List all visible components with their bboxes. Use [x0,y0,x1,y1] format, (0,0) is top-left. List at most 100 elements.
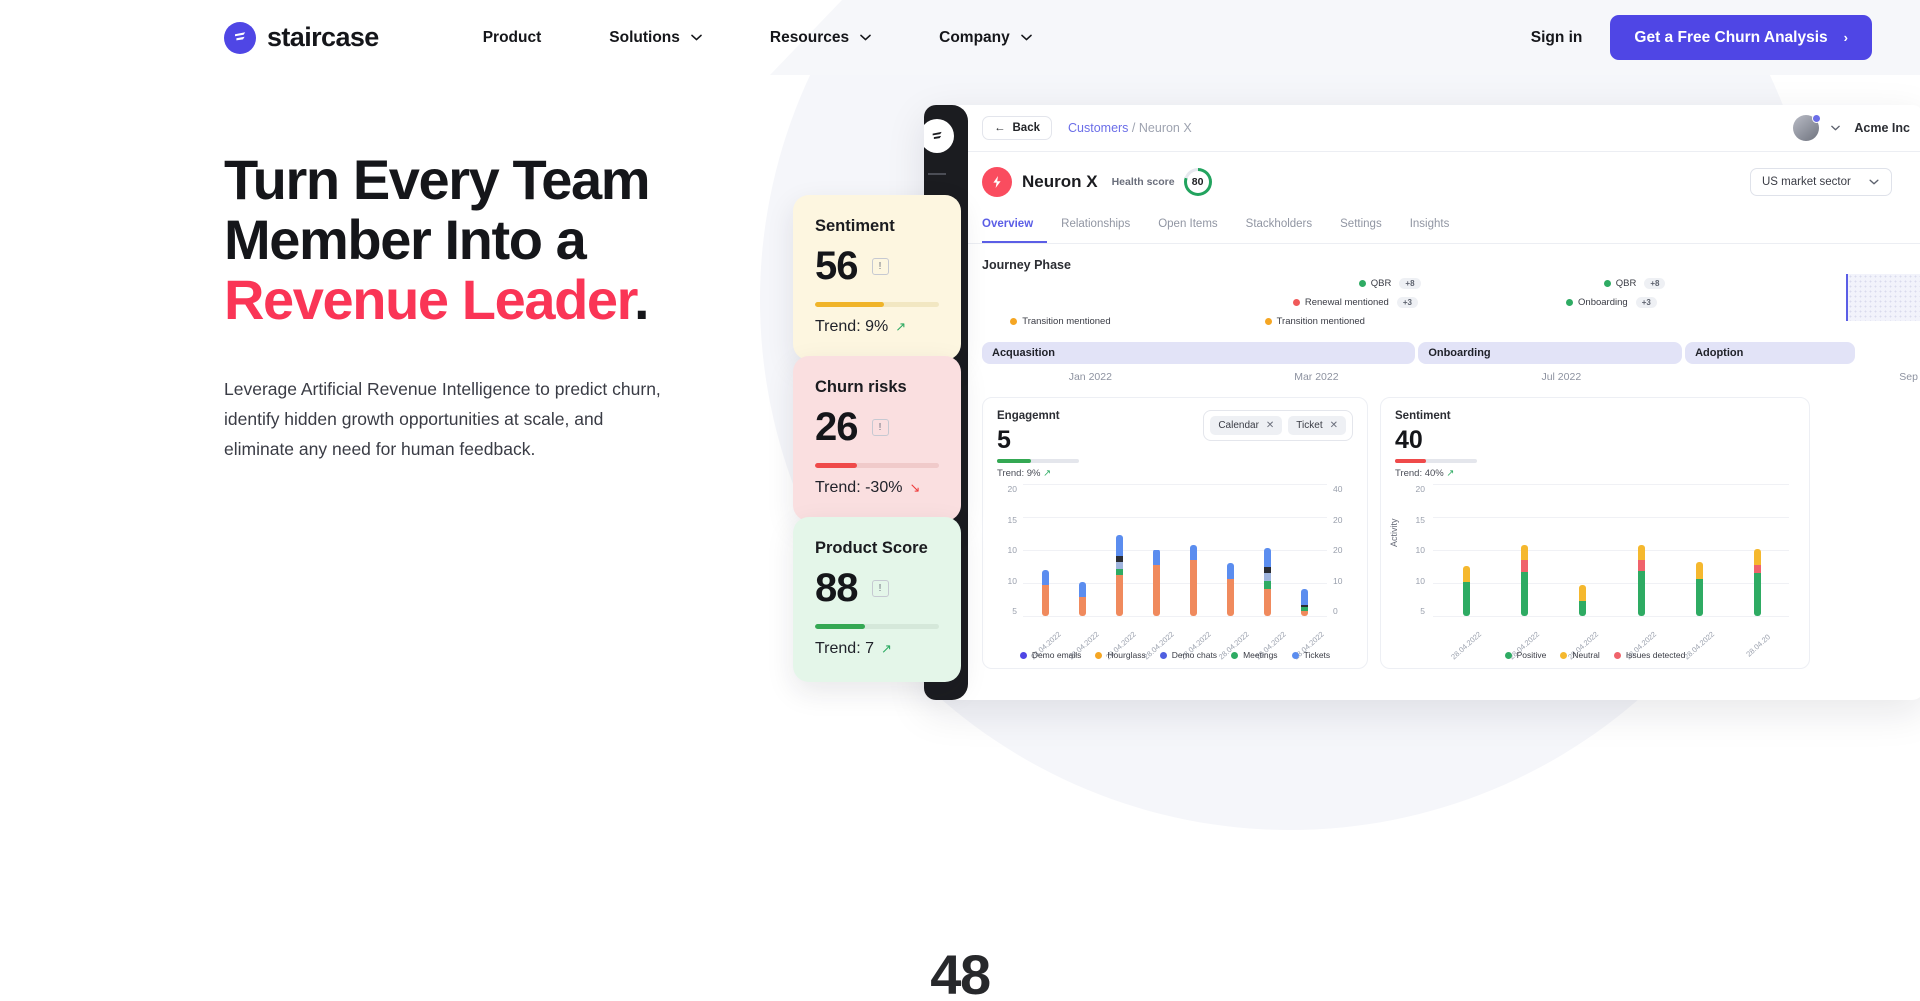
trend-up-arrow-icon: ↗ [895,319,907,334]
bar-segment [1520,571,1528,616]
bar-segment [1520,560,1528,572]
bar-segment [1301,610,1308,616]
sentiment-x-axis: 28.04.2022 28.04.2022 28.04.2022 28.04.2022… [1437,630,1787,662]
breadcrumb-customers-link[interactable]: Customers [1068,121,1128,135]
bar-segment [1190,544,1197,560]
app-logo-icon[interactable] [924,119,954,153]
event-dot-icon [1358,280,1366,287]
phase-acquisition[interactable]: Acquasition [982,342,1416,364]
sentiment-value: 40 [1395,426,1423,454]
metric-trend: Trend: -30% ↘ [815,479,939,497]
bar-segment [1153,565,1160,616]
sentiment-progress-bar [1395,459,1477,463]
cta-label: Get a Free Churn Analysis [1634,28,1828,46]
info-icon[interactable]: ! [871,418,889,436]
sentiment-trend: Trend: 40% ↗ [1395,468,1795,479]
info-icon[interactable]: ! [871,257,889,275]
engagement-trend-label: Trend: 9% [997,468,1041,479]
chip-ticket[interactable]: Ticket ✕ [1288,416,1346,435]
trend-down-arrow-icon: ↘ [909,480,921,495]
bar-segment [1754,565,1762,574]
event-dot-icon [1566,299,1574,306]
account-name: Acme Inc [1854,121,1910,135]
event-more-badge[interactable]: +3 [1396,297,1418,308]
tab-stackholders[interactable]: Stackholders [1246,212,1326,243]
bar-segment [1153,549,1160,566]
legend-swatch-icon [1095,651,1103,659]
journey-phase-title: Journey Phase [982,258,1071,272]
tab-relationships[interactable]: Relationships [1061,212,1144,243]
close-icon[interactable]: ✕ [1330,420,1338,431]
stacked-bar [1637,544,1645,616]
customer-header: Neuron X Health score 80 US market secto… [968,152,1920,212]
sign-in-link[interactable]: Sign in [1503,29,1611,47]
sentiment-trend-label: Trend: 40% [1395,468,1444,479]
customer-name: Neuron X [1022,172,1098,191]
cta-churn-analysis-button[interactable]: Get a Free Churn Analysis › [1610,15,1872,60]
bar-column [1729,484,1787,616]
bar-segment [1462,582,1470,616]
nav-item-product[interactable]: Product [449,29,576,47]
legend-label: Demo chats [1171,650,1218,660]
tab-overview[interactable]: Overview [982,212,1048,243]
metric-card-product-score: Product Score 88 ! Trend: 7 ↗ [793,517,961,682]
nav-item-solutions[interactable]: Solutions [575,29,736,47]
axis-tick: Jan 2022 [1068,371,1112,383]
legend-label: Tickets [1303,650,1331,660]
top-navigation-bar: staircase Product Solutions Resources Co… [0,0,1920,75]
event-more-badge[interactable]: +3 [1635,297,1657,308]
metric-title: Churn risks [815,378,907,396]
nav-item-resources[interactable]: Resources [736,29,905,47]
brand-logo[interactable]: staircase [224,21,379,54]
y-tick: 15 [1415,514,1425,525]
bar-segment [1079,597,1086,616]
nav-item-company[interactable]: Company [905,29,1066,47]
bar-column [1138,484,1175,616]
y-tick: 20 [1415,484,1425,494]
bar-segment [1301,588,1308,606]
dashboard-body: ← Back Customers / Neuron X Acme Inc Neu… [968,105,1920,700]
phase-adoption[interactable]: Adoption [1685,342,1855,364]
chevron-down-icon [1020,34,1032,41]
nav-links: Product Solutions Resources Company [449,29,1066,47]
bar-segment [1264,548,1271,568]
close-icon[interactable]: ✕ [1266,420,1274,431]
bar-segment [1079,582,1086,597]
journey-event: Transition mentioned [1264,316,1365,327]
bar-segment [1042,585,1049,616]
event-label: Transition mentioned [1022,316,1111,327]
tab-insights[interactable]: Insights [1410,212,1464,243]
back-button[interactable]: ← Back [982,116,1052,140]
staircase-logo-icon [224,21,256,54]
bolt-icon [982,167,1012,197]
chevron-down-icon[interactable] [1831,125,1842,132]
engagement-bars [1027,484,1323,616]
avatar[interactable] [1793,114,1822,141]
sentiment-chart: Activity 20 15 10 10 5 28.04.2022 28.04.… [1389,484,1795,661]
event-more-badge[interactable]: +8 [1399,278,1421,289]
info-icon[interactable]: ! [871,579,889,597]
metric-trend: Trend: 9% ↗ [815,318,939,336]
y-tick: 20 [1007,484,1017,494]
tab-open-items[interactable]: Open Items [1158,212,1231,243]
y-tick: 5 [1012,606,1017,616]
bar-segment [1190,559,1197,616]
phase-onboarding[interactable]: Onboarding [1418,342,1683,364]
y-tick: 15 [1007,514,1017,525]
tab-settings[interactable]: Settings [1340,212,1396,243]
event-label: Onboarding [1578,297,1628,308]
event-more-badge[interactable]: +8 [1644,278,1666,289]
legend-item: Issues detected [1613,650,1685,660]
market-sector-select[interactable]: US market sector [1750,168,1892,196]
axis-tick: Sep [1899,371,1918,383]
nav-item-label: Resources [769,28,850,46]
y-tick: 5 [1420,606,1425,616]
event-dot-icon [1603,280,1611,287]
y-tick: 10 [1007,575,1017,586]
bar-segment [1637,544,1645,561]
stacked-bar [1153,549,1160,616]
metric-value: 56 [815,244,858,288]
chip-calendar[interactable]: Calendar ✕ [1210,416,1283,435]
sentiment-y-axis-label: Activity [1389,518,1399,547]
journey-event: Transition mentioned [1010,316,1111,327]
